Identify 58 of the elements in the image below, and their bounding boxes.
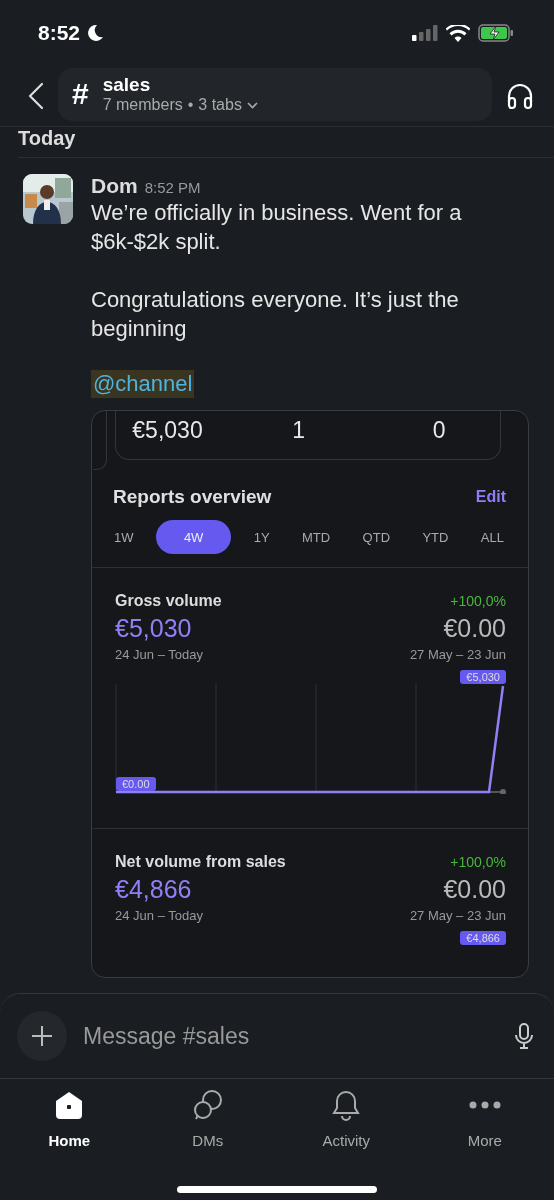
change-percent: +100,0% (450, 854, 506, 870)
message-text: Congratulations everyone. It’s just the beginning (91, 286, 460, 343)
separator-dot: • (187, 96, 194, 114)
previous-date-range: 27 May – 23 Jun (409, 647, 506, 662)
signal-icon (412, 25, 438, 41)
tab-count: 3 tabs (198, 96, 242, 114)
period-tab[interactable]: 1Y (243, 520, 280, 554)
author-name[interactable]: Dom (91, 174, 138, 198)
mention-link[interactable]: @channel (91, 370, 195, 398)
tab-bar-item[interactable]: DMs (138, 1085, 277, 1149)
date-range: 24 Jun – Today (115, 908, 203, 923)
previous-date-range: 27 May – 23 Jun (409, 908, 506, 923)
chevron-down-icon (246, 101, 258, 109)
bell-icon (331, 1089, 362, 1121)
period-tab[interactable]: 4W (155, 520, 232, 554)
period-tab[interactable]: QTD (352, 520, 401, 554)
battery-icon (478, 24, 514, 42)
period-tab[interactable]: 1W (104, 520, 144, 554)
date-range: 24 Jun – Today (115, 647, 203, 662)
metric-value: €5,030 (115, 614, 192, 643)
stat-value: 1 (291, 416, 307, 444)
message-time: 8:52 PM (144, 179, 201, 196)
section-title: Reports overview (113, 486, 272, 508)
member-count: 7 members (102, 96, 183, 114)
tab-bar-item[interactable]: Home (0, 1085, 139, 1149)
clock-time: 8:52 (38, 21, 81, 45)
metric-name: Gross volume (115, 592, 222, 610)
change-percent: +100,0% (450, 593, 506, 609)
channel-name: sales (102, 74, 152, 96)
wifi-icon (446, 24, 470, 42)
period-tab[interactable]: YTD (412, 520, 459, 554)
hash-icon: # (72, 77, 89, 111)
previous-value: €0.00 (443, 875, 506, 904)
microphone-icon[interactable] (514, 1023, 534, 1049)
value-label: €4,866 (460, 931, 506, 945)
metric-name: Net volume from sales (115, 853, 286, 871)
metric-value: €4,866 (115, 875, 192, 904)
headphones-icon[interactable] (506, 82, 534, 110)
value-label: €0.00 (116, 777, 156, 791)
stat-value: 0 (431, 416, 447, 444)
message-text: We’re officially in business. Went for a $6k-$2k split. (91, 199, 463, 256)
value-label: €5,030 (460, 670, 506, 684)
tab-bar-item[interactable]: More (415, 1085, 554, 1149)
period-tab[interactable]: ALL (470, 520, 514, 554)
period-tab[interactable]: MTD (292, 520, 341, 554)
back-icon[interactable] (28, 82, 44, 110)
more-icon (468, 1101, 501, 1109)
moon-icon (86, 24, 105, 42)
home-icon (54, 1090, 85, 1120)
edit-link[interactable]: Edit (475, 488, 506, 506)
plus-icon (30, 1024, 54, 1048)
date-divider-label: Today (18, 127, 76, 149)
add-button[interactable] (17, 1011, 67, 1061)
chat-bubbles-icon (191, 1089, 224, 1121)
previous-value: €0.00 (443, 614, 506, 643)
stat-value: €5,030 (131, 416, 204, 444)
message-input[interactable]: Message #sales (81, 1015, 500, 1057)
tab-bar-item[interactable]: Activity (277, 1085, 416, 1149)
